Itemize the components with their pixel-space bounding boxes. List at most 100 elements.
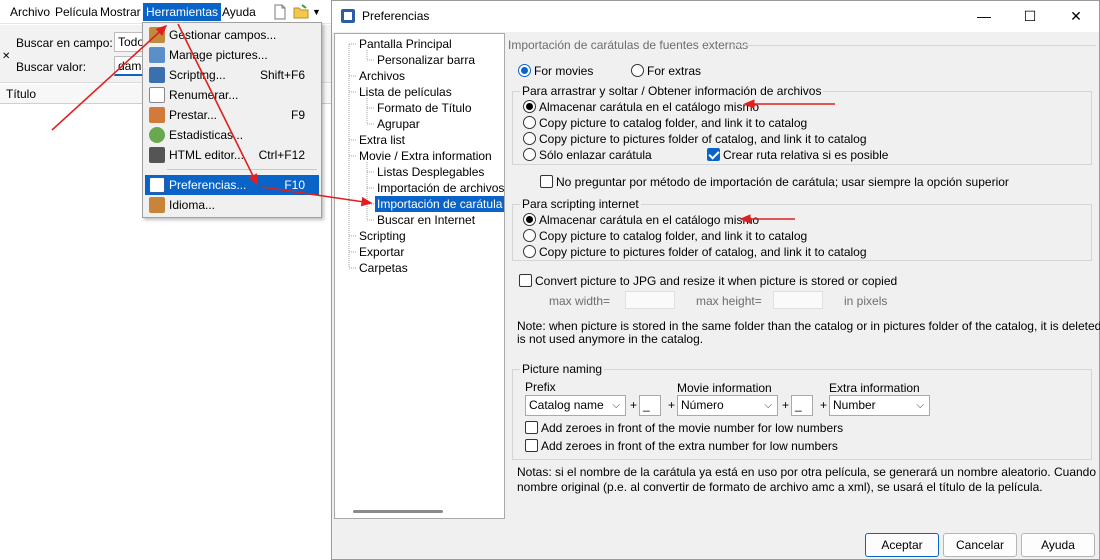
open-folder-icon[interactable]	[293, 4, 309, 20]
help-button[interactable]: Ayuda	[1021, 533, 1095, 557]
app-icon	[340, 8, 356, 24]
tree-lines	[348, 43, 375, 269]
script-store-in-catalog-label: Almacenar carátula en el catálogo mismo	[539, 213, 760, 227]
close-window-icon[interactable]: ✕	[1053, 1, 1099, 32]
drag-copy-catalog-folder-radio[interactable]	[523, 116, 536, 129]
close-icon[interactable]: ✕	[2, 51, 10, 62]
preferences-icon	[149, 177, 165, 193]
zeroes-extra-checkbox[interactable]	[525, 439, 538, 452]
menu-ayuda[interactable]: Ayuda	[219, 3, 259, 21]
note-line-1: Note: when picture is stored in the same…	[517, 319, 1100, 333]
plus-sign: +	[668, 398, 676, 412]
script-copy-catalog-folder-radio[interactable]	[523, 229, 536, 242]
extra-info-select[interactable]: Number ⌵	[829, 395, 930, 416]
in-pixels-label: in pixels	[844, 294, 888, 308]
for-extras-radio[interactable]	[631, 64, 644, 77]
caratula-import-panel: Importación de carátulas de fuentes exte…	[506, 33, 1100, 519]
no-ask-label: No preguntar por método de importación d…	[556, 175, 1009, 189]
search-value-label: Buscar valor:	[16, 60, 87, 74]
accept-button[interactable]: Aceptar	[865, 533, 939, 557]
plus-sign: +	[782, 398, 790, 412]
plus-sign: +	[820, 398, 828, 412]
drag-copy-pictures-folder-label: Copy picture to pictures folder of catal…	[539, 132, 867, 146]
stats-icon	[149, 127, 165, 143]
drag-copy-pictures-folder-radio[interactable]	[523, 132, 536, 145]
script-copy-catalog-folder-label: Copy picture to catalog folder, and link…	[539, 229, 808, 243]
menu-bar: Archivo Película Mostrar Herramientas Ay…	[0, 0, 332, 24]
renumber-icon	[149, 87, 165, 103]
html-editor-icon	[149, 147, 165, 163]
drag-store-in-catalog-radio[interactable]	[523, 100, 536, 113]
plus-sign: +	[630, 398, 638, 412]
script-icon	[149, 67, 165, 83]
movie-info-select[interactable]: Número ⌵	[677, 395, 778, 416]
chevron-down-icon: ⌵	[612, 400, 620, 411]
prefix-select-value: Catalog name	[529, 398, 604, 412]
notes-line-2: nombre original (p.e. al convertir de fo…	[517, 480, 1043, 494]
menu-item-prestar[interactable]: Prestar... F9	[145, 105, 319, 125]
menu-item-manage-pictures[interactable]: Manage pictures...	[145, 45, 319, 65]
note-line-2: is not used anymore in the catalog.	[517, 332, 704, 346]
menu-item-idioma[interactable]: Idioma...	[145, 195, 319, 215]
script-copy-pictures-folder-label: Copy picture to pictures folder of catal…	[539, 245, 867, 259]
people-icon	[149, 107, 165, 123]
preferences-tree: Pantalla Principal Personalizar barra Ar…	[334, 33, 505, 519]
menu-mostrar[interactable]: Mostrar	[97, 3, 144, 21]
prefix-select[interactable]: Catalog name ⌵	[525, 395, 626, 416]
zeroes-extra-label: Add zeroes in front of the extra number …	[541, 439, 838, 453]
menu-item-preferencias[interactable]: Preferencias... F10	[145, 175, 319, 195]
convert-jpg-label: Convert picture to JPG and resize it whe…	[535, 274, 898, 288]
tree-horizontal-scrollbar[interactable]	[353, 510, 443, 513]
section-title: Importación de carátulas de fuentes exte…	[508, 38, 749, 52]
prefix-label: Prefix	[525, 380, 556, 394]
section-divider	[732, 45, 1096, 46]
search-field-label: Buscar en campo:	[16, 36, 113, 50]
dialog-titlebar[interactable]: Preferencias — ☐ ✕	[332, 1, 1099, 32]
menu-herramientas[interactable]: Herramientas	[143, 3, 222, 21]
chevron-down-icon: ⌵	[764, 400, 772, 411]
zeroes-movie-label: Add zeroes in front of the movie number …	[541, 421, 844, 435]
relative-path-label: Crear ruta relativa si es posible	[723, 148, 889, 162]
extra-info-select-value: Number	[833, 398, 876, 412]
notes-line-1: Notas: si el nombre de la carátula ya es…	[517, 465, 1100, 479]
max-height-label: max height=	[696, 294, 762, 308]
chevron-down-icon: ⌵	[916, 400, 924, 411]
dropdown-arrow-icon[interactable]: ▼	[312, 4, 328, 20]
zeroes-movie-checkbox[interactable]	[525, 421, 538, 434]
menu-item-estadisticas[interactable]: Estadisticas...	[145, 125, 319, 145]
menu-archivo[interactable]: Archivo	[7, 3, 53, 21]
max-height-input[interactable]	[773, 291, 823, 309]
maximize-icon[interactable]: ☐	[1007, 1, 1053, 32]
convert-jpg-checkbox[interactable]	[519, 274, 532, 287]
menu-item-gestionar-campos[interactable]: Gestionar campos...	[145, 25, 319, 45]
drag-store-in-catalog-label: Almacenar carátula en el catálogo mismo	[539, 100, 760, 114]
scripting-group-title: Para scripting internet	[520, 197, 641, 211]
movie-info-label: Movie information	[677, 381, 772, 395]
for-movies-radio[interactable]	[518, 64, 531, 77]
script-copy-pictures-folder-radio[interactable]	[523, 245, 536, 258]
dialog-title: Preferencias	[362, 9, 430, 23]
picture-icon	[149, 47, 165, 63]
language-icon	[149, 197, 165, 213]
relative-path-checkbox[interactable]	[707, 148, 720, 161]
menu-pelicula[interactable]: Película	[52, 3, 101, 21]
separator-2-input[interactable]: _	[791, 395, 813, 416]
minimize-icon[interactable]: —	[961, 1, 1007, 32]
script-store-in-catalog-radio[interactable]	[523, 213, 536, 226]
preferences-dialog: Preferencias — ☐ ✕ Pantalla Principal Pe…	[331, 0, 1100, 560]
cancel-button[interactable]: Cancelar	[943, 533, 1017, 557]
drag-link-only-label: Sólo enlazar carátula	[539, 148, 652, 162]
menu-item-scripting[interactable]: Scripting... Shift+F6	[145, 65, 319, 85]
menu-item-html-editor[interactable]: HTML editor... Ctrl+F12	[145, 145, 319, 165]
max-width-input[interactable]	[625, 291, 675, 309]
drag-link-only-radio[interactable]	[523, 148, 536, 161]
new-document-icon[interactable]	[272, 4, 288, 20]
movie-info-select-value: Número	[681, 398, 724, 412]
menu-item-renumerar[interactable]: Renumerar...	[145, 85, 319, 105]
fields-icon	[149, 27, 165, 43]
no-ask-checkbox[interactable]	[540, 175, 553, 188]
separator-1-input[interactable]: _	[639, 395, 661, 416]
drag-copy-catalog-folder-label: Copy picture to catalog folder, and link…	[539, 116, 808, 130]
menu-separator	[167, 169, 317, 170]
for-extras-label: For extras	[647, 64, 702, 78]
